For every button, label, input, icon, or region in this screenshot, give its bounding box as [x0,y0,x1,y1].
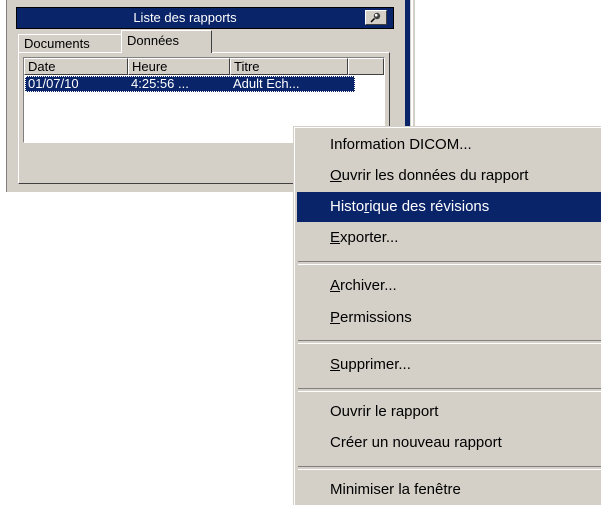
cell-title: Adult Ech... [233,76,300,91]
context-menu: Information DICOM... Ouvrir les données … [293,126,601,505]
tab-donnees[interactable]: Données [121,30,212,53]
column-date-label: Date [28,59,56,74]
menu-item-label: Créer un nouveau rapport [330,434,502,451]
tab-documents-label: Documents [24,36,90,51]
column-header-empty [348,58,384,75]
menu-separator [298,340,601,344]
menu-item-exporter[interactable]: Exporter... [297,223,601,253]
column-titre-label: Titre [234,59,260,74]
menu-separator [298,261,601,265]
menu-item-label: Ouvrir les données du rapport [330,167,529,184]
menu-item-creer-rapport[interactable]: Créer un nouveau rapport [297,428,601,458]
pin-icon [370,12,381,23]
menu-separator [298,388,601,392]
menu-item-permissions[interactable]: Permissions [297,303,601,333]
menu-item-ouvrir-donnees[interactable]: Ouvrir les données du rapport [297,161,601,191]
menu-item-label: Supprimer... [330,356,411,373]
menu-separator [298,466,601,470]
tab-donnees-label: Données [127,33,180,48]
menu-item-label: Archiver... [330,277,397,294]
menu-item-label: Ouvrir le rapport [330,403,439,420]
panel-title: Liste des rapports [133,10,237,25]
menu-item-label: Minimiser la fenêtre [330,481,461,498]
cell-time: 4:25:56 ... [131,76,189,91]
pin-button[interactable] [365,10,387,25]
tab-documents[interactable]: Documents [18,34,132,53]
menu-item-historique-revisions[interactable]: Historique des révisions [297,192,601,222]
column-header-heure[interactable]: Heure [128,58,230,75]
menu-item-label: Historique des révisions [330,198,490,215]
menu-item-supprimer[interactable]: Supprimer... [297,350,601,380]
panel-titlebar[interactable]: Liste des rapports [16,7,394,29]
cell-date: 01/07/10 [28,76,79,91]
menu-item-label: Information DICOM... [330,136,472,153]
column-header-date[interactable]: Date [24,58,128,75]
menu-item-archiver[interactable]: Archiver... [297,271,601,301]
menu-item-label: Exporter... [330,229,399,246]
menu-item-minimiser-fenetre[interactable]: Minimiser la fenêtre [297,475,601,505]
list-header: Date Heure Titre [24,58,384,75]
table-row[interactable]: 01/07/10 4:25:56 ... Adult Ech... [25,76,355,92]
menu-item-label: Permissions [330,309,412,326]
menu-item-ouvrir-rapport[interactable]: Ouvrir le rapport [297,397,601,427]
column-heure-label: Heure [132,59,168,74]
column-header-titre[interactable]: Titre [230,58,348,75]
menu-item-information-dicom[interactable]: Information DICOM... [297,130,601,160]
